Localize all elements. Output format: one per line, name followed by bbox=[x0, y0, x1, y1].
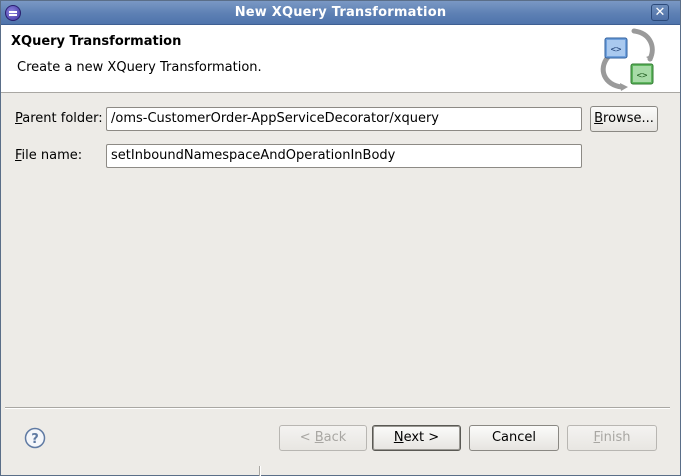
browse-button[interactable]: Browse... bbox=[590, 106, 658, 132]
xquery-transform-icon: <> <> bbox=[600, 28, 655, 91]
svg-text:<>: <> bbox=[611, 45, 622, 55]
file-name-input[interactable]: setInboundNamespaceAndOperationInBody bbox=[106, 144, 582, 168]
next-button[interactable]: Next > bbox=[372, 425, 461, 451]
close-button[interactable]: ✕ bbox=[651, 4, 669, 21]
banner-description: Create a new XQuery Transformation. bbox=[17, 60, 262, 75]
wizard-banner: XQuery Transformation Create a new XQuer… bbox=[1, 25, 680, 93]
dialog-window: New XQuery Transformation ✕ XQuery Trans… bbox=[0, 0, 681, 476]
parent-folder-label: Parent folder: bbox=[15, 111, 103, 126]
back-button[interactable]: < Back bbox=[279, 425, 367, 451]
bottom-strip bbox=[1, 464, 680, 475]
parent-folder-input[interactable]: /oms-CustomerOrder-AppServiceDecorator/x… bbox=[106, 107, 582, 131]
resize-divider bbox=[259, 466, 261, 476]
cancel-button[interactable]: Cancel bbox=[469, 425, 559, 451]
title-bar[interactable]: New XQuery Transformation ✕ bbox=[1, 1, 680, 25]
window-title: New XQuery Transformation bbox=[234, 5, 447, 20]
svg-text:?: ? bbox=[31, 432, 39, 447]
file-name-label: File name: bbox=[15, 148, 83, 163]
banner-title: XQuery Transformation bbox=[11, 34, 182, 49]
finish-button[interactable]: Finish bbox=[567, 425, 657, 451]
footer-separator bbox=[5, 407, 670, 409]
help-icon[interactable]: ? bbox=[24, 427, 46, 449]
svg-text:<>: <> bbox=[637, 71, 648, 81]
